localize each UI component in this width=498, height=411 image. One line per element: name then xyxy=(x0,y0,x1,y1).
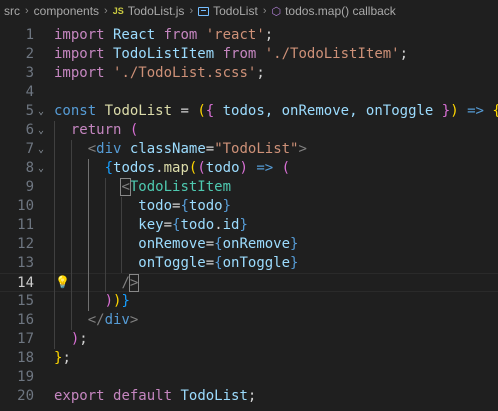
code-editor[interactable]: 1 import React from 'react'; 2 import TodoL… xyxy=(0,22,498,411)
line-number: 9 xyxy=(25,179,34,195)
breadcrumb-callback-label: todos.map() callback xyxy=(285,4,396,18)
chevron-right-icon: › xyxy=(189,5,194,17)
code-line-5[interactable]: 5 ⌄ const TodoList = ({ todos, onRemove, o… xyxy=(0,102,498,121)
line-number: 7 xyxy=(25,141,34,157)
code-line-3[interactable]: 3 import './TodoList.scss'; xyxy=(0,64,498,83)
chevron-right-icon: › xyxy=(262,5,267,17)
code-line-12[interactable]: 12 onRemove={onRemove} xyxy=(0,235,498,254)
indent-guide xyxy=(105,178,106,292)
breadcrumb-src-label: src xyxy=(4,4,20,18)
code-text: <TodoListItem xyxy=(120,178,232,196)
breadcrumb-components[interactable]: components xyxy=(34,4,99,18)
breadcrumb-src[interactable]: src xyxy=(4,4,20,18)
code-line-17[interactable]: 17 ); xyxy=(0,330,498,349)
code-text: <div className="TodoList"> xyxy=(87,141,307,157)
fold-chevron-icon[interactable]: ⌄ xyxy=(38,102,44,121)
code-line-18[interactable]: 18}; xyxy=(0,349,498,368)
code-line-16[interactable]: 16 </div> xyxy=(0,311,498,330)
code-text: onRemove={onRemove} xyxy=(138,236,299,252)
code-line-19[interactable]: 19 xyxy=(0,368,498,387)
code-text: </div> xyxy=(87,312,139,328)
code-text: import TodoListItem from './TodoListItem… xyxy=(54,46,409,62)
code-line-2[interactable]: 2 import TodoListItem from './TodoListIte… xyxy=(0,45,498,64)
code-text: export default TodoList; xyxy=(54,388,257,404)
code-text: }; xyxy=(54,350,71,366)
chevron-right-icon: › xyxy=(25,5,29,17)
line-number: 8 xyxy=(25,160,34,176)
line-number: 20 xyxy=(17,388,34,404)
indent-guide xyxy=(54,121,55,349)
breadcrumb-callback[interactable]: ⬡ todos.map() callback xyxy=(271,4,395,18)
line-number: 18 xyxy=(17,350,34,366)
line-number: 13 xyxy=(17,255,34,271)
code-text: import React from 'react'; xyxy=(54,27,274,43)
line-number: 5 xyxy=(25,103,34,119)
breadcrumb: src › components › JS TodoList.js › TodoL… xyxy=(0,0,498,22)
code-line-15[interactable]: 15 ))} xyxy=(0,292,498,311)
line-number: 10 xyxy=(17,198,34,214)
fold-chevron-icon[interactable]: ⌄ xyxy=(38,121,44,140)
breadcrumb-symbol-todolist[interactable]: TodoList xyxy=(198,4,258,18)
line-number: 17 xyxy=(17,331,34,347)
code-line-4[interactable]: 4 xyxy=(0,83,498,102)
breadcrumb-file[interactable]: JS TodoList.js xyxy=(113,4,185,18)
code-line-7[interactable]: 7 ⌄ <div className="TodoList"> xyxy=(0,140,498,159)
code-text: {todos.map((todo) => ( xyxy=(104,160,291,176)
code-line-6[interactable]: 6 ⌄ return ( xyxy=(0,121,498,140)
breadcrumb-file-label: TodoList.js xyxy=(127,4,185,18)
code-line-20[interactable]: 20 export default TodoList; xyxy=(0,387,498,406)
line-number: 15 xyxy=(17,293,34,309)
code-text: key={todo.id} xyxy=(138,217,248,233)
line-number: 3 xyxy=(25,65,34,81)
code-line-1[interactable]: 1 import React from 'react'; xyxy=(0,26,498,45)
line-number: 6 xyxy=(25,122,34,138)
line-number: 12 xyxy=(17,236,34,252)
js-file-icon: JS xyxy=(112,6,124,16)
code-line-11[interactable]: 11 key={todo.id} xyxy=(0,216,498,235)
component-icon xyxy=(198,6,210,16)
fold-chevron-icon[interactable]: ⌄ xyxy=(38,159,44,178)
code-text: todo={todo} xyxy=(138,198,232,214)
code-text: ))} xyxy=(104,293,130,309)
indent-guide xyxy=(71,140,72,330)
line-number: 2 xyxy=(25,46,34,62)
code-line-13[interactable]: 13 onToggle={onToggle} xyxy=(0,254,498,273)
chevron-right-icon: › xyxy=(104,5,108,17)
line-number: 16 xyxy=(17,312,34,328)
code-text: const TodoList = ({ todos, onRemove, onT… xyxy=(54,103,498,119)
code-line-9[interactable]: 9 <TodoListItem xyxy=(0,178,498,197)
line-number: 4 xyxy=(25,84,34,100)
code-line-8[interactable]: 8 ⌄ {todos.map((todo) => ( xyxy=(0,159,498,178)
breadcrumb-symbol-label: TodoList xyxy=(213,4,258,18)
code-line-14[interactable]: 14 /> xyxy=(0,273,498,292)
line-number: 11 xyxy=(17,217,34,233)
code-text: import './TodoList.scss'; xyxy=(54,65,265,81)
code-text: ); xyxy=(70,331,88,347)
method-cube-icon: ⬡ xyxy=(271,5,282,18)
lightbulb-icon[interactable]: 💡 xyxy=(55,273,70,292)
code-line-10[interactable]: 10 todo={todo} xyxy=(0,197,498,216)
indent-guide xyxy=(121,197,122,273)
code-text: return ( xyxy=(70,122,139,138)
indent-guide xyxy=(88,159,89,311)
fold-chevron-icon[interactable]: ⌄ xyxy=(38,140,44,159)
line-number: 1 xyxy=(25,27,34,43)
line-number: 19 xyxy=(17,369,34,385)
code-text: onToggle={onToggle} xyxy=(138,255,299,271)
breadcrumb-components-label: components xyxy=(33,4,100,18)
line-number: 14 xyxy=(17,275,34,291)
